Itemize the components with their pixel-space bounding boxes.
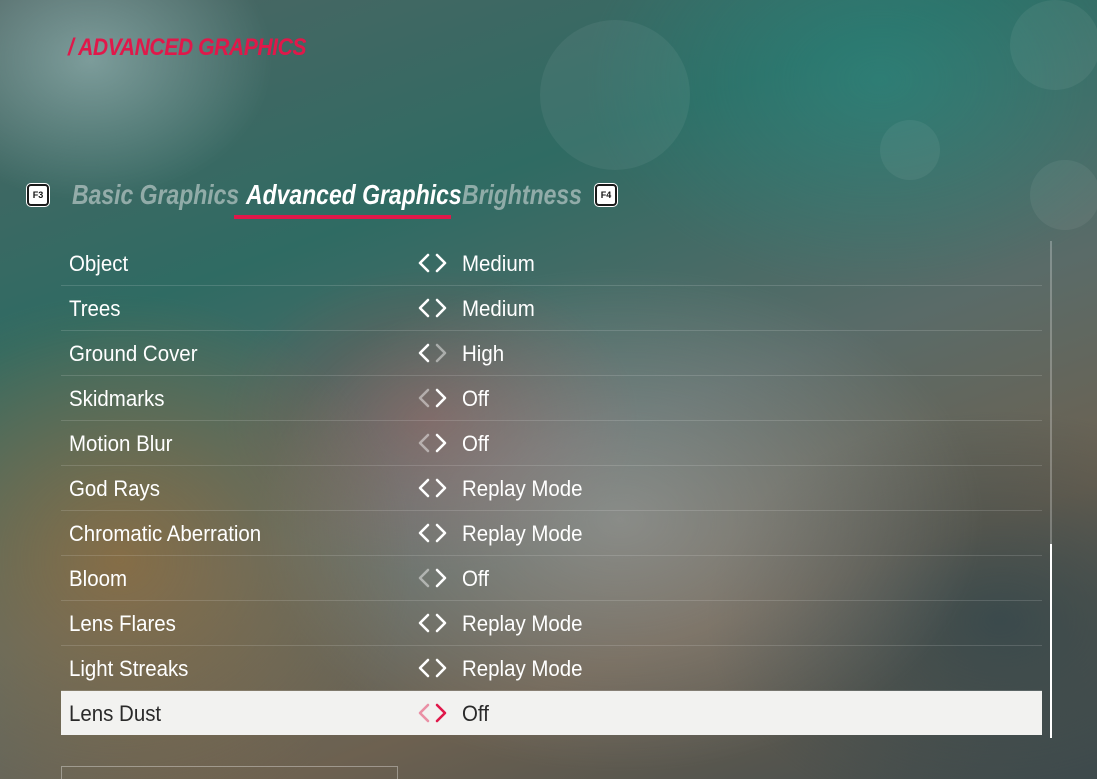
setting-row[interactable]: Ground Cover High [61,331,1042,376]
tab-advanced-graphics[interactable]: Advanced Graphics [246,174,462,218]
settings-list: Object Medium Trees Medium Ground Cover High S… [61,241,1042,735]
background-bokeh [1030,160,1097,230]
value-arrows [417,612,449,634]
page-title: / ADVANCED GRAPHICS [68,34,307,61]
value-arrows [417,477,449,499]
setting-label: Object [69,251,129,276]
setting-row[interactable]: God Rays Replay Mode [61,466,1042,511]
value-arrows [417,252,449,274]
setting-value: Replay Mode [462,656,583,681]
chevron-right-icon[interactable] [435,613,447,633]
setting-value: Replay Mode [462,521,583,546]
setting-label: Skidmarks [69,386,165,411]
chevron-left-icon[interactable] [418,523,430,543]
setting-row[interactable]: Object Medium [61,241,1042,286]
setting-row[interactable]: Bloom Off [61,556,1042,601]
setting-value: High [462,341,505,366]
scrollbar-thumb[interactable] [1050,544,1052,738]
chevron-right-icon[interactable] [435,658,447,678]
chevron-left-icon[interactable] [418,253,430,273]
setting-value: Replay Mode [462,476,583,501]
setting-label: Lens Flares [69,611,176,636]
chevron-right-icon[interactable] [435,388,447,408]
background-bokeh [1010,0,1097,90]
setting-value: Medium [462,296,535,321]
setting-value: Off [462,566,489,591]
value-arrows [417,387,449,409]
value-arrows [417,342,449,364]
next-tab-key-hint[interactable]: F4 [595,184,617,206]
setting-label: Bloom [69,566,127,591]
background-bokeh [880,120,940,180]
setting-row[interactable]: Trees Medium [61,286,1042,331]
tab-basic-graphics[interactable]: Basic Graphics [72,174,239,218]
setting-row[interactable]: Motion Blur Off [61,421,1042,466]
chevron-left-icon[interactable] [418,298,430,318]
value-arrows [417,297,449,319]
chevron-right-icon[interactable] [435,523,447,543]
chevron-left-icon[interactable] [418,568,430,588]
chevron-left-icon[interactable] [418,658,430,678]
setting-label: Motion Blur [69,431,173,456]
setting-value: Off [462,431,489,456]
chevron-left-icon[interactable] [418,388,430,408]
setting-label: Lens Dust [69,701,162,726]
chevron-right-icon[interactable] [435,298,447,318]
chevron-right-icon[interactable] [435,253,447,273]
bottom-panel [61,766,398,779]
setting-value: Replay Mode [462,611,583,636]
value-arrows [417,702,449,724]
setting-label: Light Streaks [69,656,189,681]
setting-value: Off [462,701,489,726]
setting-row[interactable]: Chromatic Aberration Replay Mode [61,511,1042,556]
value-arrows [417,432,449,454]
chevron-right-icon[interactable] [435,478,447,498]
chevron-left-icon[interactable] [418,343,430,363]
chevron-left-icon[interactable] [418,433,430,453]
chevron-right-icon[interactable] [435,433,447,453]
value-arrows [417,657,449,679]
chevron-left-icon[interactable] [418,703,430,723]
chevron-right-icon[interactable] [435,343,447,363]
background-bokeh [540,20,690,170]
chevron-left-icon[interactable] [418,478,430,498]
chevron-left-icon[interactable] [418,613,430,633]
setting-row[interactable]: Light Streaks Replay Mode [61,646,1042,691]
tab-brightness[interactable]: Brightness [462,174,582,218]
setting-row[interactable]: Skidmarks Off [61,376,1042,421]
setting-row[interactable]: Lens Flares Replay Mode [61,601,1042,646]
setting-row[interactable]: Lens Dust Off [61,691,1042,735]
value-arrows [417,522,449,544]
setting-label: Ground Cover [69,341,198,366]
active-tab-indicator [234,215,451,219]
chevron-right-icon[interactable] [435,703,447,723]
prev-tab-key-hint[interactable]: F3 [27,184,49,206]
setting-label: Chromatic Aberration [69,521,262,546]
setting-label: Trees [69,296,121,321]
setting-value: Medium [462,251,535,276]
value-arrows [417,567,449,589]
setting-label: God Rays [69,476,160,501]
setting-value: Off [462,386,489,411]
chevron-right-icon[interactable] [435,568,447,588]
